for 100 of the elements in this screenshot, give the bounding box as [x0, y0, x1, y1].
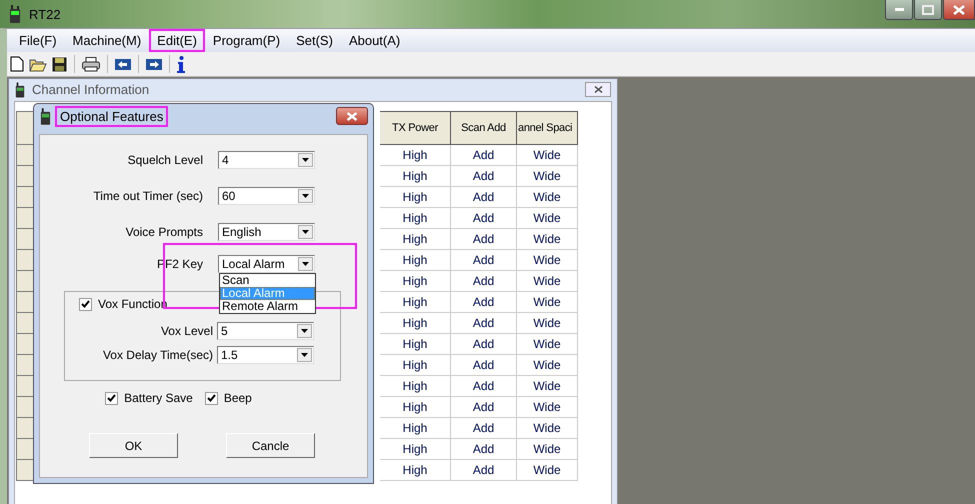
checkbox[interactable]	[105, 392, 118, 404]
table-cell: High	[380, 397, 451, 418]
new-file-icon[interactable]	[10, 56, 24, 72]
table-cell: Wide	[517, 208, 578, 229]
dropdown-field[interactable]: 60	[218, 186, 315, 204]
table-cell: High	[380, 439, 451, 460]
table-cell: Wide	[517, 355, 578, 376]
table-cell: Add	[451, 460, 517, 481]
table-cell: Wide	[517, 250, 578, 271]
table-cell: Add	[451, 439, 517, 460]
table-cell: Wide	[517, 187, 578, 208]
save-icon[interactable]	[52, 56, 67, 72]
dropdown-field[interactable]: 1.5	[217, 346, 314, 364]
table-cell: Wide	[517, 418, 578, 439]
menu-item[interactable]: Set(S)	[288, 29, 341, 52]
close-button[interactable]	[336, 107, 368, 125]
table-cell: High	[380, 187, 451, 208]
table-cell: Wide	[517, 145, 578, 166]
table-cell: Wide	[517, 376, 578, 397]
table-cell: High	[380, 376, 451, 397]
table-cell: High	[380, 271, 451, 292]
column-header[interactable]: annel Spaci	[517, 111, 578, 145]
table-cell: Add	[451, 145, 517, 166]
field-label: Time out Timer (sec)	[92, 188, 203, 202]
table-cell: Add	[451, 229, 517, 250]
caret-icon	[298, 152, 313, 166]
dropdown-option[interactable]: Scan	[220, 274, 315, 286]
info-icon[interactable]	[177, 56, 185, 72]
table-cell: Add	[451, 334, 517, 355]
table-cell: Wide	[517, 334, 578, 355]
cancel-button[interactable]: Cancle	[226, 433, 315, 458]
table-cell: High	[380, 166, 451, 187]
table-cell: Wide	[517, 313, 578, 334]
menu-item[interactable]: Program(P)	[204, 29, 288, 52]
caret-icon	[297, 348, 312, 362]
radio-icon	[9, 5, 21, 23]
table-cell: Wide	[517, 460, 578, 481]
checkbox-label: Battery Save	[124, 391, 193, 405]
window-title: Channel Information	[32, 82, 150, 97]
checkbox-label: Beep	[224, 391, 252, 405]
close-icon	[594, 86, 602, 93]
open-folder-icon[interactable]	[29, 56, 47, 72]
field-label: Vox Level	[160, 324, 213, 338]
field-label: Vox Delay Time(sec)	[102, 348, 213, 362]
menu-item[interactable]: About(A)	[340, 29, 408, 52]
table-cell: High	[380, 313, 451, 334]
dialog-title: Optional Features	[55, 106, 168, 126]
checkbox[interactable]	[204, 392, 218, 404]
table-cell: Add	[451, 208, 517, 229]
table-cell: Add	[451, 376, 517, 397]
table-cell: Add	[451, 292, 517, 313]
table-cell: High	[380, 229, 451, 250]
menu-item[interactable]: Machine(M)	[64, 29, 150, 52]
close-icon	[346, 112, 358, 120]
dropdown-field[interactable]: 5	[217, 322, 314, 340]
table-cell: Add	[451, 355, 517, 376]
table-cell: High	[380, 208, 451, 229]
table-cell: Add	[451, 250, 517, 271]
maximize-button[interactable]	[914, 0, 942, 20]
table-cell: Add	[451, 313, 517, 334]
close-button[interactable]	[943, 0, 975, 20]
table-cell: Add	[451, 397, 517, 418]
table-cell: Add	[451, 271, 517, 292]
table-cell: High	[380, 250, 451, 271]
table-cell: Wide	[517, 166, 578, 187]
table-cell: Wide	[517, 292, 578, 313]
table-cell: High	[380, 460, 451, 481]
radio-icon	[40, 108, 51, 124]
dropdown-option[interactable]: Remote Alarm	[220, 300, 315, 312]
table-cell: Add	[451, 166, 517, 187]
printer-icon[interactable]	[82, 56, 100, 72]
ok-button[interactable]: OK	[89, 433, 178, 458]
field-label: Voice Prompts	[124, 224, 203, 238]
checkbox[interactable]	[79, 298, 92, 310]
caret-icon	[298, 188, 313, 202]
caret-icon	[297, 324, 312, 338]
close-button[interactable]	[585, 82, 611, 97]
dropdown-field[interactable]: English	[218, 222, 315, 240]
table-cell: High	[380, 145, 451, 166]
minimize-button[interactable]	[885, 0, 913, 20]
field-label: Squelch Level	[126, 152, 203, 166]
table-cell: High	[380, 334, 451, 355]
table-cell: Add	[451, 418, 517, 439]
table-cell: Wide	[517, 397, 578, 418]
column-header[interactable]: Scan Add	[451, 111, 517, 145]
window-title: RT22	[29, 6, 61, 22]
caret-icon	[298, 224, 313, 238]
close-icon	[953, 4, 965, 14]
radio-icon	[15, 82, 25, 98]
column-header[interactable]: TX Power	[380, 111, 451, 145]
menu-item[interactable]: Edit(E)	[149, 29, 205, 52]
table-cell: Wide	[517, 439, 578, 460]
table-cell: High	[380, 418, 451, 439]
table-cell: High	[380, 292, 451, 313]
table-cell: Wide	[517, 271, 578, 292]
table-cell: Add	[451, 187, 517, 208]
table-cell: High	[380, 355, 451, 376]
dropdown-field[interactable]: 4	[218, 150, 315, 168]
caret-icon	[298, 256, 313, 270]
menu-item[interactable]: File(F)	[11, 29, 65, 52]
